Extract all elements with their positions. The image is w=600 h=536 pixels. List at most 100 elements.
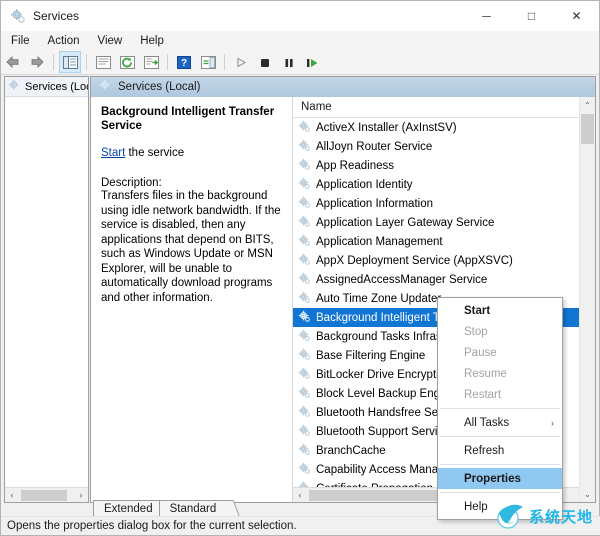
context-menu-item-label: Help: [464, 500, 488, 513]
tree-horizontal-scrollbar[interactable]: ‹ ›: [5, 487, 88, 502]
context-menu-item-restart: Restart: [438, 384, 562, 405]
service-row[interactable]: App Readiness: [293, 156, 595, 175]
context-menu-item-properties[interactable]: Properties: [438, 468, 562, 489]
menu-help[interactable]: Help: [132, 34, 172, 48]
toolbar-separator: [224, 54, 225, 70]
tree-scroll-track[interactable]: [19, 488, 74, 502]
service-name-label: Auto Time Zone Updater: [316, 292, 442, 305]
column-header-name[interactable]: Name: [293, 101, 332, 113]
service-gear-icon: [298, 367, 311, 383]
tree-scroll-right-icon[interactable]: ›: [74, 490, 88, 500]
menu-file[interactable]: File: [3, 34, 38, 48]
view-tab-standard[interactable]: Standard: [158, 500, 229, 517]
service-row[interactable]: ActiveX Installer (AxInstSV): [293, 118, 595, 137]
window-title: Services: [33, 9, 80, 23]
window-controls: ─ □ ✕: [464, 1, 599, 31]
context-menu-item-start[interactable]: Start: [438, 300, 562, 321]
service-row[interactable]: AllJoyn Router Service: [293, 137, 595, 156]
pause-service-icon[interactable]: [278, 51, 300, 73]
minimize-button[interactable]: ─: [464, 1, 509, 31]
service-row[interactable]: AssignedAccessManager Service: [293, 270, 595, 289]
export-list-icon[interactable]: [140, 51, 162, 73]
console-tree-pane: Services (Loca ‹ ›: [4, 76, 89, 503]
context-menu-item-label: Stop: [464, 325, 488, 338]
context-menu-item-label: Start: [464, 304, 491, 317]
tool-bar: ?: [1, 50, 599, 75]
context-menu-item-refresh[interactable]: Refresh: [438, 440, 562, 461]
service-gear-icon: [298, 158, 311, 174]
menu-view[interactable]: View: [90, 34, 131, 48]
services-gear-icon: [99, 79, 112, 95]
toolbar-separator: [167, 54, 168, 70]
close-button[interactable]: ✕: [554, 1, 599, 31]
service-row[interactable]: Application Management: [293, 232, 595, 251]
show-action-pane-icon[interactable]: [197, 51, 219, 73]
service-gear-icon: [298, 291, 311, 307]
service-gear-icon: [298, 139, 311, 155]
tree-scroll-thumb[interactable]: [21, 489, 67, 501]
service-action-line: Start the service: [101, 147, 282, 159]
service-row[interactable]: Application Information: [293, 194, 595, 213]
vertical-scroll-thumb[interactable]: [581, 114, 594, 144]
forward-arrow-icon[interactable]: [26, 51, 48, 73]
tree-scroll-left-icon[interactable]: ‹: [5, 490, 19, 500]
context-menu-item-all-tasks[interactable]: All Tasks ›: [438, 412, 562, 433]
service-gear-icon: [298, 253, 311, 269]
context-menu-item-pause: Pause: [438, 342, 562, 363]
start-service-icon[interactable]: [230, 51, 252, 73]
context-menu-item-label: Resume: [464, 367, 507, 380]
list-column-header: Name: [293, 97, 595, 118]
service-row[interactable]: AppX Deployment Service (AppXSVC): [293, 251, 595, 270]
service-gear-icon: [298, 272, 311, 288]
view-tab-extended[interactable]: Extended: [93, 500, 165, 517]
service-name-label: Application Identity: [316, 178, 413, 191]
service-name-label: AllJoyn Router Service: [316, 140, 433, 153]
watermark: 系统天地: [493, 500, 593, 533]
services-gear-icon: [10, 8, 26, 24]
back-arrow-icon[interactable]: [2, 51, 24, 73]
service-row[interactable]: Application Identity: [293, 175, 595, 194]
context-menu-item-label: All Tasks: [464, 416, 510, 429]
title-bar: Services ─ □ ✕: [1, 1, 599, 31]
list-scroll-left-icon[interactable]: ‹: [293, 490, 307, 500]
service-name-label: Application Management: [316, 235, 443, 248]
results-pane-header: Services (Local): [91, 77, 595, 98]
description-text: Transfers files in the background using …: [101, 190, 281, 304]
context-menu-item-label: Restart: [464, 388, 502, 401]
submenu-arrow-icon: ›: [551, 417, 554, 428]
properties-icon[interactable]: [92, 51, 114, 73]
view-tabs-list: Extended Standard: [93, 500, 241, 518]
tree-root-item[interactable]: Services (Loca: [5, 77, 88, 97]
svg-text:?: ?: [181, 58, 187, 69]
restart-service-icon[interactable]: [302, 51, 324, 73]
service-row[interactable]: Application Layer Gateway Service: [293, 213, 595, 232]
view-tabs: Extended Standard: [93, 499, 241, 518]
results-pane-header-label: Services (Local): [118, 81, 201, 93]
service-action-suffix: the service: [125, 147, 185, 159]
service-name-label: ActiveX Installer (AxInstSV): [316, 121, 457, 134]
menu-action[interactable]: Action: [40, 34, 88, 48]
service-name-label: BranchCache: [316, 444, 386, 457]
service-gear-icon: [298, 329, 311, 345]
stop-service-icon[interactable]: [254, 51, 276, 73]
context-menu-separator: [440, 408, 560, 409]
help-icon[interactable]: ?: [173, 51, 195, 73]
context-menu-separator: [440, 492, 560, 493]
maximize-button[interactable]: □: [509, 1, 554, 31]
list-vertical-scrollbar[interactable]: ⌃ ⌄: [579, 97, 595, 502]
service-gear-icon: [298, 234, 311, 250]
service-detail-panel: Background Intelligent Transfer Service …: [91, 97, 293, 502]
service-gear-icon: [298, 424, 311, 440]
service-gear-icon: [298, 196, 311, 212]
start-service-link[interactable]: Start: [101, 147, 125, 159]
refresh-icon[interactable]: [116, 51, 138, 73]
services-gear-icon: [8, 79, 21, 95]
swoosh-logo-icon: [493, 500, 527, 533]
show-hide-console-tree-icon[interactable]: [59, 51, 81, 73]
list-scroll-thumb[interactable]: [309, 490, 439, 501]
scroll-up-icon[interactable]: ⌃: [580, 97, 595, 113]
service-name-label: Application Layer Gateway Service: [316, 216, 495, 229]
toolbar-separator: [53, 54, 54, 70]
service-gear-icon: [298, 215, 311, 231]
view-tab-label: Extended: [104, 503, 153, 515]
